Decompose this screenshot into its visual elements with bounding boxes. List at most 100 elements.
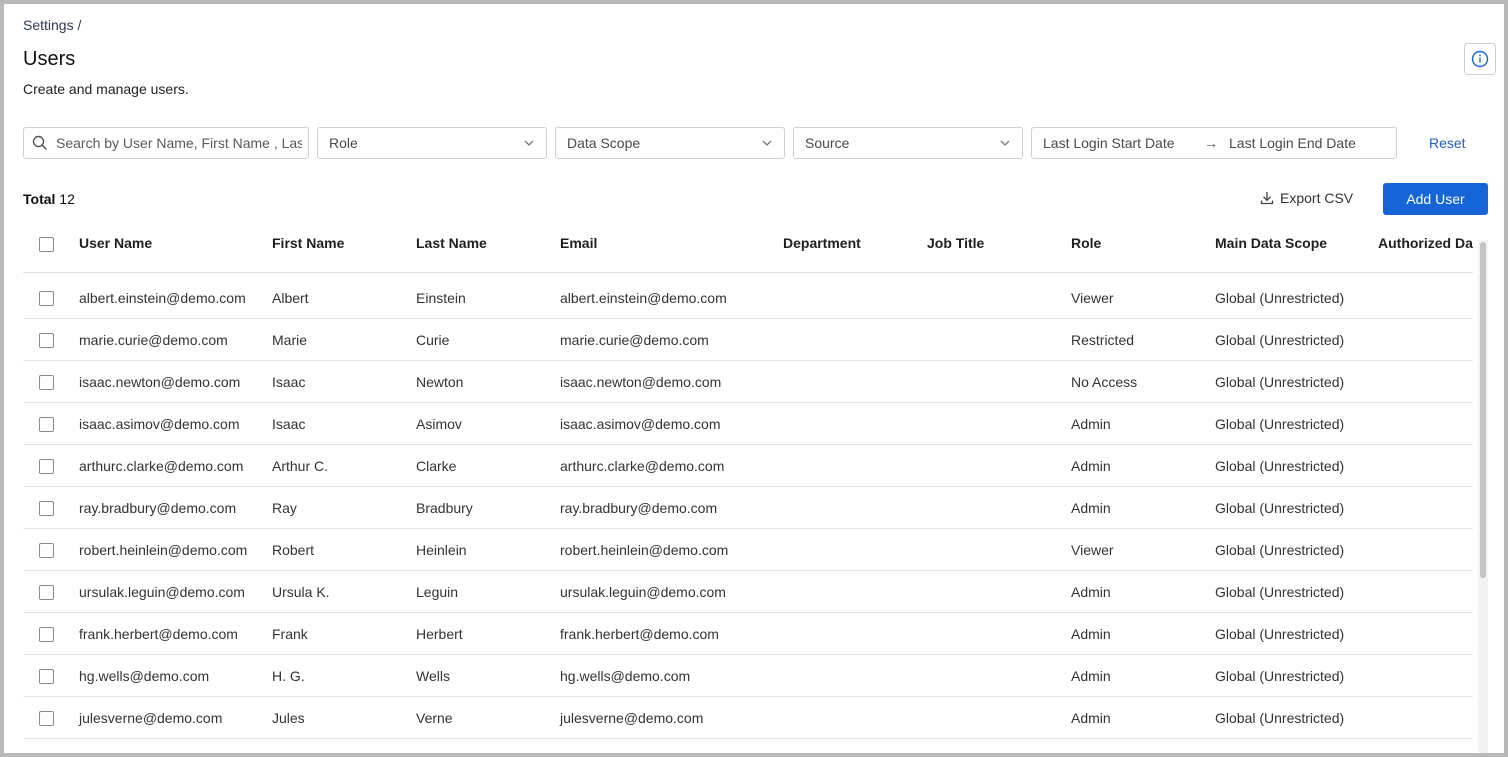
data-scope-select-label: Data Scope — [567, 135, 641, 151]
table-row[interactable]: marie.curie@demo.com Marie Curie marie.curi… — [23, 319, 1473, 361]
cell-first-name: H. G. — [272, 668, 305, 684]
cell-email: albert.einstein@demo.com — [560, 290, 727, 306]
row-checkbox[interactable] — [39, 585, 54, 600]
row-checkbox[interactable] — [39, 543, 54, 558]
cell-user-name: isaac.newton@demo.com — [79, 374, 241, 390]
info-icon — [1471, 50, 1489, 68]
cell-user-name: ray.bradbury@demo.com — [79, 500, 237, 516]
cell-user-name: isaac.asimov@demo.com — [79, 416, 240, 432]
column-header-job-title[interactable]: Job Title — [927, 235, 984, 251]
cell-main-data-scope: Global (Unrestricted) — [1215, 458, 1345, 474]
cell-user-name: arthurc.clarke@demo.com — [79, 458, 244, 474]
cell-main-data-scope: Global (Unrestricted) — [1215, 332, 1345, 348]
download-icon — [1260, 192, 1274, 205]
row-checkbox[interactable] — [39, 417, 54, 432]
page-title: Users — [23, 48, 76, 70]
cell-role: Admin — [1071, 710, 1111, 726]
table-row[interactable]: isaac.asimov@demo.com Isaac Asimov isaac.as… — [23, 403, 1473, 445]
search-input[interactable] — [56, 135, 302, 151]
cell-role: Admin — [1071, 500, 1111, 516]
export-csv-button[interactable]: Export CSV — [1260, 190, 1353, 206]
cell-last-name: Heinlein — [416, 542, 467, 558]
cell-main-data-scope: Global (Unrestricted) — [1215, 542, 1345, 558]
add-user-button[interactable]: Add User — [1383, 183, 1488, 215]
cell-email: julesverne@demo.com — [560, 710, 704, 726]
cell-first-name: Albert — [272, 290, 309, 306]
cell-role: Admin — [1071, 458, 1111, 474]
role-select[interactable]: Role — [317, 127, 547, 159]
login-end-date-input[interactable]: Last Login End Date — [1229, 135, 1356, 151]
table-row[interactable]: robert.heinlein@demo.com Robert Heinlein ro… — [23, 529, 1473, 571]
cell-main-data-scope: Global (Unrestricted) — [1215, 500, 1345, 516]
data-scope-select[interactable]: Data Scope — [555, 127, 785, 159]
search-field[interactable] — [23, 127, 309, 159]
cell-first-name: Jules — [272, 710, 305, 726]
table-row[interactable]: julesverne@demo.com Jules Verne julesverne@… — [23, 697, 1473, 739]
cell-last-name: Verne — [416, 710, 453, 726]
table-row[interactable]: ursulak.leguin@demo.com Ursula K. Leguin ur… — [23, 571, 1473, 613]
reset-link[interactable]: Reset — [1429, 135, 1466, 151]
cell-user-name: frank.herbert@demo.com — [79, 626, 238, 642]
cell-first-name: Ray — [272, 500, 297, 516]
cell-last-name: Leguin — [416, 584, 459, 600]
table-header: User Name First Name Last Name Email Dep… — [23, 218, 1473, 273]
select-all-checkbox[interactable] — [39, 237, 54, 252]
column-header-first-name[interactable]: First Name — [272, 235, 344, 251]
table-scrollbar[interactable] — [1478, 240, 1488, 753]
row-checkbox[interactable] — [39, 711, 54, 726]
cell-email: ray.bradbury@demo.com — [560, 500, 718, 516]
table-row[interactable]: frank.herbert@demo.com Frank Herbert frank.… — [23, 613, 1473, 655]
column-header-last-name[interactable]: Last Name — [416, 235, 487, 251]
cell-role: Admin — [1071, 416, 1111, 432]
row-checkbox[interactable] — [39, 459, 54, 474]
cell-first-name: Isaac — [272, 374, 306, 390]
column-header-role[interactable]: Role — [1071, 235, 1101, 251]
cell-last-name: Newton — [416, 374, 464, 390]
row-checkbox[interactable] — [39, 375, 54, 390]
cell-last-name: Asimov — [416, 416, 462, 432]
cell-first-name: Arthur C. — [272, 458, 329, 474]
row-checkbox[interactable] — [39, 669, 54, 684]
source-select-label: Source — [805, 135, 850, 151]
source-select[interactable]: Source — [793, 127, 1023, 159]
row-checkbox[interactable] — [39, 333, 54, 348]
cell-user-name: robert.heinlein@demo.com — [79, 542, 248, 558]
table-row[interactable]: albert.einstein@demo.com Albert Einstein al… — [23, 277, 1473, 319]
total-value: 12 — [59, 191, 75, 207]
info-button[interactable] — [1464, 43, 1496, 75]
login-start-date-input[interactable]: Last Login Start Date — [1043, 135, 1193, 151]
column-header-authorized-data[interactable]: Authorized Data — [1378, 235, 1473, 251]
scrollbar-thumb[interactable] — [1480, 242, 1486, 578]
row-checkbox[interactable] — [39, 627, 54, 642]
chevron-down-icon — [762, 140, 772, 146]
cell-email: isaac.newton@demo.com — [560, 374, 722, 390]
cell-email: robert.heinlein@demo.com — [560, 542, 729, 558]
cell-user-name: julesverne@demo.com — [79, 710, 223, 726]
cell-role: Viewer — [1071, 542, 1114, 558]
cell-first-name: Ursula K. — [272, 584, 330, 600]
row-checkbox[interactable] — [39, 501, 54, 516]
row-checkbox[interactable] — [39, 291, 54, 306]
table-row[interactable]: ray.bradbury@demo.com Ray Bradbury ray.brad… — [23, 487, 1473, 529]
table-row[interactable]: hg.wells@demo.com H. G. Wells hg.wells@demo… — [23, 655, 1473, 697]
cell-first-name: Isaac — [272, 416, 306, 432]
cell-email: marie.curie@demo.com — [560, 332, 709, 348]
table-row[interactable]: arthurc.clarke@demo.com Arthur C. Clarke ar… — [23, 445, 1473, 487]
column-header-main-data-scope[interactable]: Main Data Scope — [1215, 235, 1327, 251]
column-header-email[interactable]: Email — [560, 235, 597, 251]
cell-first-name: Marie — [272, 332, 308, 348]
cell-user-name: hg.wells@demo.com — [79, 668, 210, 684]
cell-email: ursulak.leguin@demo.com — [560, 584, 726, 600]
cell-main-data-scope: Global (Unrestricted) — [1215, 374, 1345, 390]
breadcrumb[interactable]: Settings / — [23, 17, 81, 33]
cell-role: Admin — [1071, 626, 1111, 642]
cell-email: isaac.asimov@demo.com — [560, 416, 721, 432]
cell-role: Admin — [1071, 668, 1111, 684]
column-header-user-name[interactable]: User Name — [79, 235, 152, 251]
cell-user-name: albert.einstein@demo.com — [79, 290, 246, 306]
table-row[interactable]: isaac.newton@demo.com Isaac Newton isaac.ne… — [23, 361, 1473, 403]
column-header-department[interactable]: Department — [783, 235, 861, 251]
last-login-date-range[interactable]: Last Login Start Date → Last Login End D… — [1031, 127, 1397, 159]
chevron-down-icon — [524, 140, 534, 146]
cell-main-data-scope: Global (Unrestricted) — [1215, 584, 1345, 600]
